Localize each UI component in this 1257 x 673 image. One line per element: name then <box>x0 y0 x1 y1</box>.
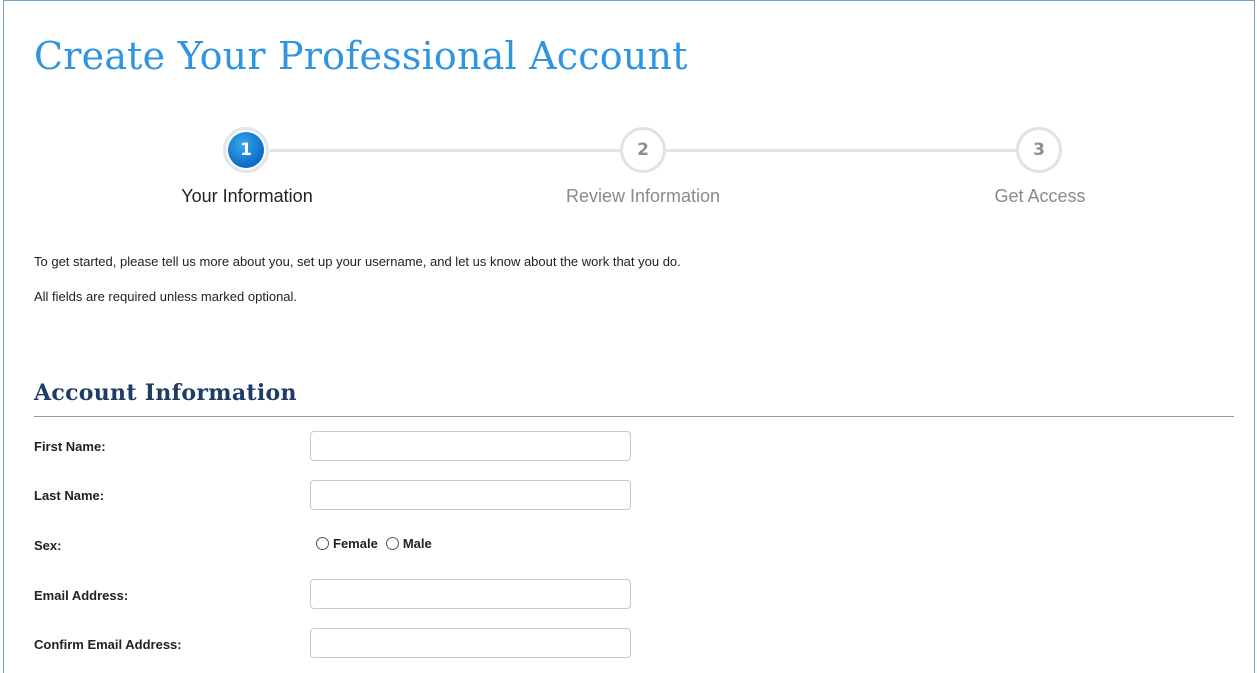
step-2-indicator: 2 <box>620 127 666 173</box>
step-1-label: Your Information <box>181 186 313 206</box>
step-1-indicator: 1 <box>223 127 269 173</box>
sex-option-female[interactable]: Female <box>316 536 378 551</box>
required-note: All fields are required unless marked op… <box>34 289 298 304</box>
last-name-input[interactable] <box>310 480 631 510</box>
step-connector <box>270 149 620 152</box>
section-divider <box>34 416 1234 417</box>
step-2-number: 2 <box>637 140 649 160</box>
last-name-label: Last Name: <box>34 488 105 503</box>
confirm-email-input[interactable] <box>310 628 631 658</box>
step-3-number: 3 <box>1033 140 1045 160</box>
male-radio[interactable] <box>385 537 399 550</box>
male-label: Male <box>402 536 432 551</box>
section-title-account-information: Account Information <box>34 380 297 406</box>
first-name-label: First Name: <box>34 439 106 454</box>
step-2-label: Review Information <box>565 186 721 206</box>
sex-label: Sex: <box>34 538 62 553</box>
intro-text: To get started, please tell us more abou… <box>34 254 681 269</box>
female-radio[interactable] <box>316 537 329 550</box>
female-label: Female <box>333 536 378 551</box>
step-3-indicator: 3 <box>1016 127 1062 173</box>
step-3-label: Get Access <box>994 186 1086 206</box>
step-1-number: 1 <box>228 132 264 168</box>
email-input[interactable] <box>310 579 631 609</box>
step-connector <box>666 149 1016 152</box>
first-name-input[interactable] <box>310 431 631 461</box>
email-label: Email Address: <box>34 588 129 603</box>
sex-option-male[interactable]: Male <box>385 536 432 551</box>
sex-radio-group: Female Male <box>316 536 440 551</box>
progress-steps: 1 2 3 Your Information Review Informatio… <box>0 0 1257 220</box>
confirm-email-label: Confirm Email Address: <box>34 637 182 652</box>
